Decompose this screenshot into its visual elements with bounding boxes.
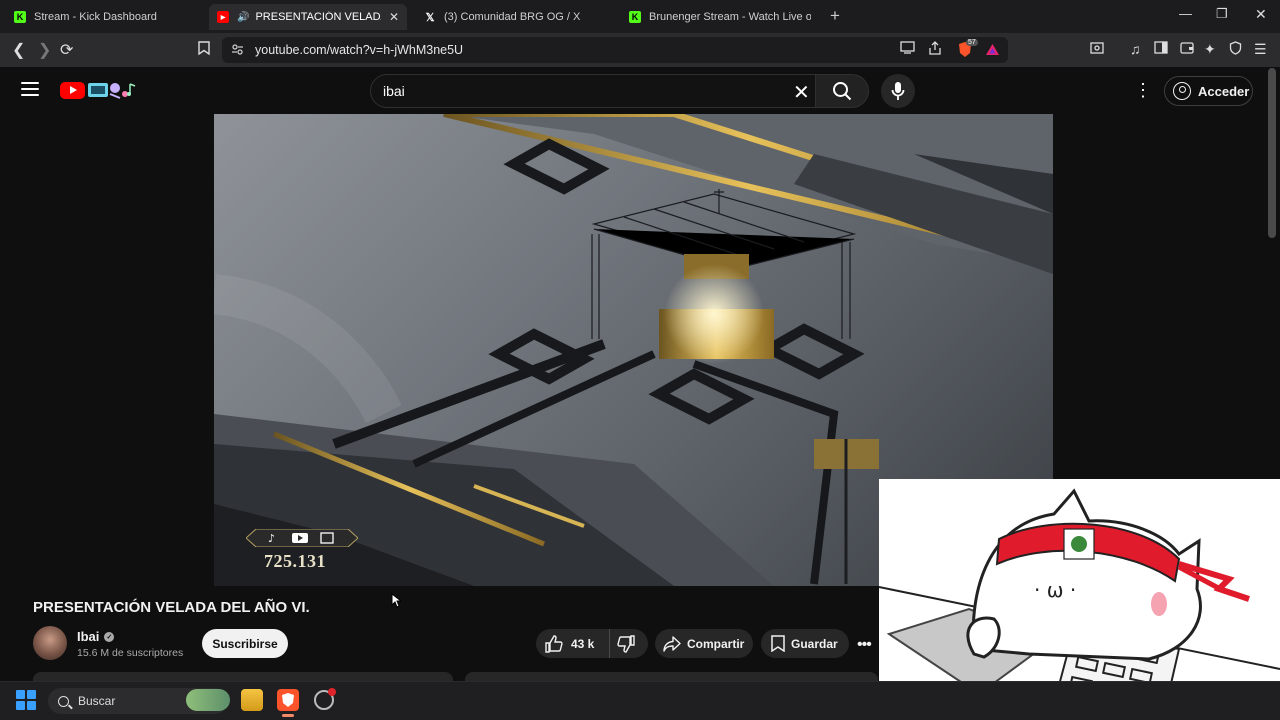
notification-badge (328, 688, 336, 696)
bookmark-icon[interactable] (198, 41, 210, 58)
search-button[interactable] (816, 74, 869, 108)
media-icon[interactable]: ♫ (1130, 41, 1141, 57)
wallet-icon[interactable] (1180, 41, 1194, 57)
vpn-icon[interactable] (1229, 41, 1242, 58)
search-icon (833, 82, 852, 101)
browser-tab[interactable]: K Stream - Kick Dashboard (6, 4, 204, 30)
dislike-button[interactable] (610, 634, 648, 653)
thumbs-up-icon (545, 634, 563, 653)
save-label: Guardar (791, 636, 838, 651)
channel-name-text[interactable]: Ibai (77, 629, 99, 644)
like-dislike-group: 43 k (536, 629, 648, 658)
close-window-button[interactable]: ✕ (1255, 6, 1267, 23)
subscribe-button[interactable]: Suscribirse (202, 629, 288, 658)
music-doodle-icon[interactable] (88, 80, 136, 100)
x-icon: 𝕏 (425, 11, 435, 24)
video-title: PRESENTACIÓN VELADA DEL AÑO VI. (33, 599, 310, 616)
channel-avatar[interactable] (33, 626, 67, 660)
more-actions-icon[interactable]: ••• (857, 636, 872, 654)
like-count: 43 k (571, 636, 595, 651)
url-text[interactable]: youtube.com/watch?v=h-jWhM3ne5U (255, 43, 463, 57)
save-bookmark-icon (771, 635, 785, 652)
browser-menu-icon[interactable]: ☰ (1254, 41, 1267, 58)
share-label: Compartir (687, 636, 745, 651)
share-icon (663, 635, 681, 652)
like-button[interactable]: 43 k (536, 629, 610, 658)
search-query[interactable]: ibai (383, 83, 405, 99)
verified-badge-icon: ✓ (104, 631, 115, 642)
reload-button[interactable]: ⟳ (60, 40, 73, 60)
search-highlight-image[interactable] (186, 689, 230, 711)
subscriber-count: 15.6 M de suscriptores (77, 647, 184, 659)
save-button[interactable]: Guardar (761, 629, 849, 658)
signin-button[interactable]: Acceder (1164, 76, 1253, 106)
cast-icon[interactable] (900, 41, 915, 57)
cat-face: · ω · (1034, 578, 1076, 602)
brave-shields-icon[interactable]: 57 (957, 39, 978, 58)
social-icons-overlay: ♪ (246, 529, 358, 547)
brave-browser-icon[interactable] (277, 689, 299, 711)
microphone-icon (891, 82, 905, 100)
site-settings-icon[interactable] (231, 43, 244, 61)
hamburger-menu-icon[interactable] (21, 82, 39, 96)
channel-name[interactable]: Ibai ✓ (77, 629, 115, 644)
taskbar-search-placeholder: Buscar (78, 694, 116, 708)
tab-title: Brunenger Stream - Watch Live on Ki (649, 11, 811, 23)
tiktok-icon: ♪ (268, 532, 275, 545)
video-overlay-counter: 725.131 (264, 551, 326, 571)
kick-icon: K (629, 11, 641, 23)
shields-count: 57 (966, 39, 978, 46)
sidebar-icon[interactable] (1154, 41, 1168, 57)
speaker-icon: 🔊 (237, 11, 250, 23)
browser-tab[interactable]: K Brunenger Stream - Watch Live on Ki (621, 4, 819, 30)
tab-title: PRESENTACIÓN VELADA DEL (255, 11, 381, 23)
brave-rewards-icon[interactable] (985, 43, 1000, 61)
tab-title: Stream - Kick Dashboard (34, 11, 157, 23)
share-button[interactable]: Compartir (655, 629, 753, 658)
thumbs-down-icon (617, 634, 635, 653)
browser-tab[interactable]: 𝕏 (3) Comunidad BRG OG / X (416, 4, 614, 30)
active-app-indicator (282, 714, 294, 717)
windows-start-icon[interactable] (16, 690, 36, 710)
minimize-button[interactable]: — (1179, 6, 1192, 21)
clear-search-icon[interactable]: ✕ (793, 80, 810, 105)
more-options-icon[interactable]: ⋮ (1134, 80, 1152, 101)
file-explorer-icon[interactable] (241, 689, 263, 711)
share-page-icon[interactable] (928, 41, 942, 58)
back-button[interactable]: ❮ (12, 40, 25, 60)
forward-button[interactable]: ❯ (38, 40, 51, 60)
search-input[interactable] (370, 74, 816, 108)
tab-title: (3) Comunidad BRG OG / X (444, 11, 581, 23)
account-icon (1173, 82, 1191, 100)
voice-search-button[interactable] (881, 74, 915, 108)
browser-tab-active[interactable]: ▶ 🔊 PRESENTACIÓN VELADA DEL ✕ (209, 4, 407, 30)
page-scrollbar[interactable] (1268, 68, 1276, 238)
screenshot-icon[interactable] (1090, 41, 1104, 58)
close-icon[interactable]: ✕ (381, 10, 399, 24)
kick-icon: K (14, 11, 26, 23)
new-tab-button[interactable]: + (830, 6, 840, 26)
youtube-icon: ▶ (217, 11, 229, 23)
mouse-cursor-icon (391, 593, 401, 608)
signin-label: Acceder (1198, 83, 1250, 99)
search-icon (58, 695, 69, 707)
restore-button[interactable]: ❐ (1216, 6, 1228, 22)
leo-ai-icon[interactable]: ✦ (1204, 41, 1216, 58)
youtube-logo[interactable] (60, 82, 85, 99)
